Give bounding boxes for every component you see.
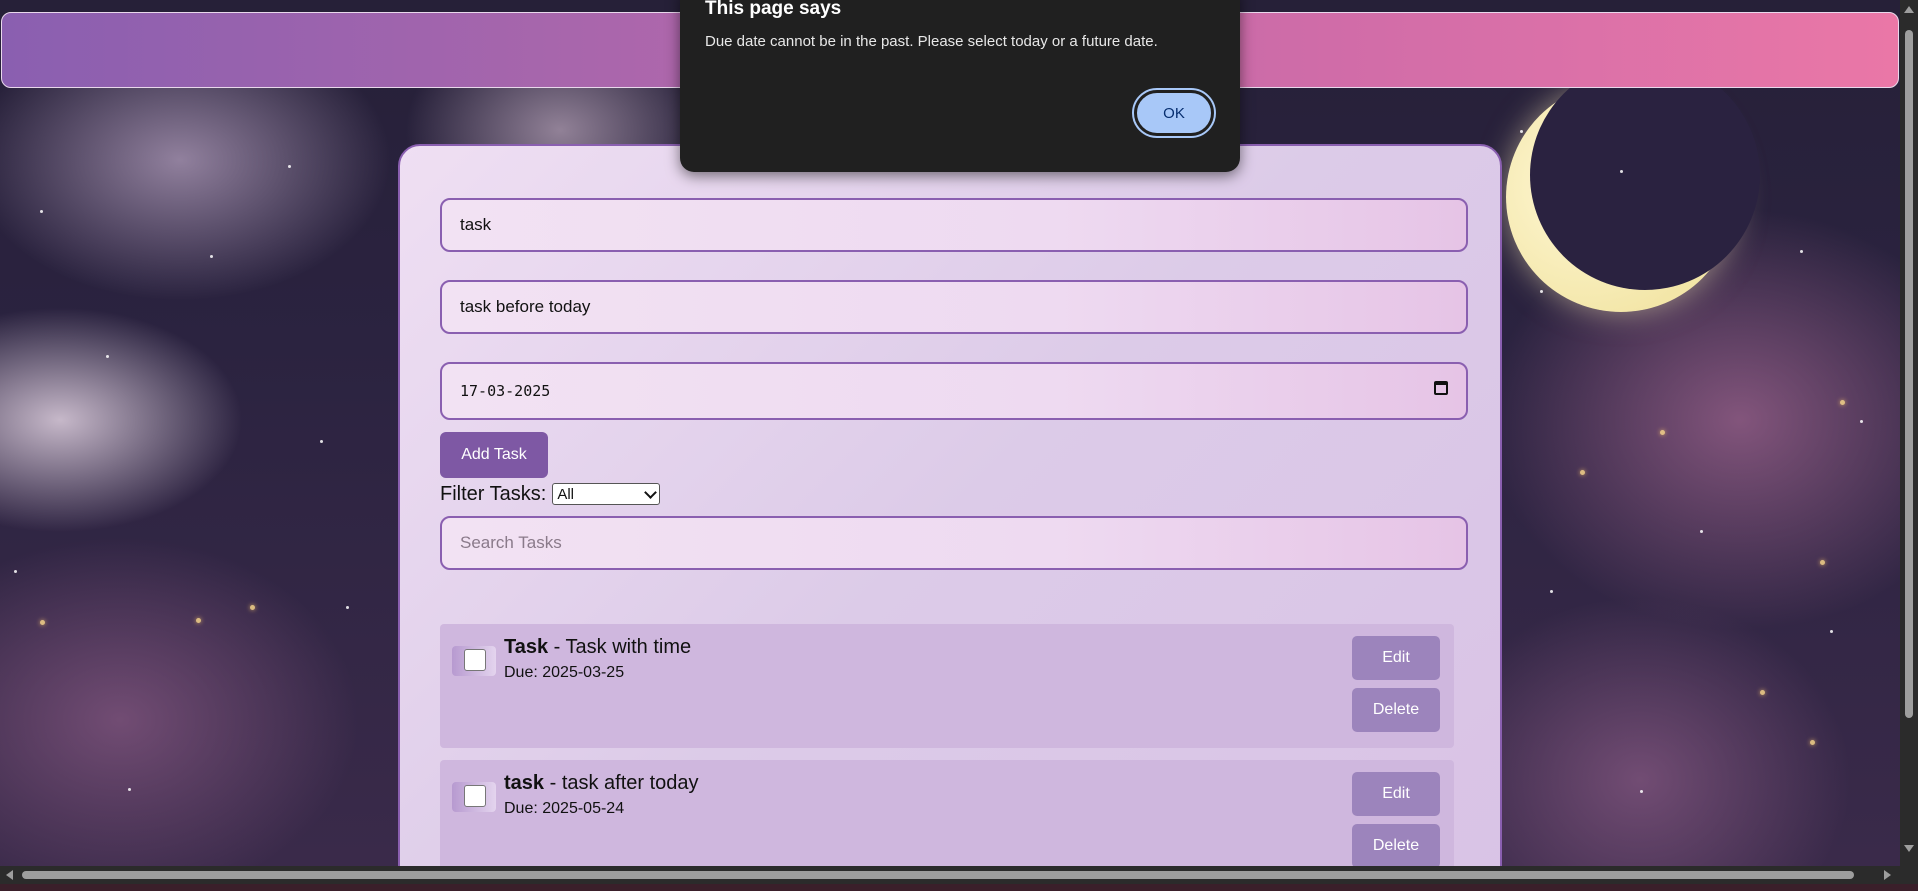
- task-complete-checkbox[interactable]: [464, 649, 486, 671]
- task-due-date: Due: 2025-05-24: [504, 800, 625, 817]
- delete-button[interactable]: Delete: [1352, 824, 1440, 868]
- task-description-value: task before today: [460, 297, 591, 316]
- task-due-date: Due: 2025-03-25: [504, 664, 625, 681]
- taskbar-strip: [0, 884, 1918, 891]
- filter-select[interactable]: All: [552, 483, 661, 505]
- task-separator: -: [548, 636, 566, 658]
- task-title-value: task: [460, 215, 492, 234]
- edit-button[interactable]: Edit: [1352, 636, 1440, 680]
- task-title-input[interactable]: task: [440, 198, 1468, 252]
- search-placeholder: Search Tasks: [460, 533, 562, 552]
- dialog-title: This page says: [705, 0, 842, 19]
- dialog-message: Due date cannot be in the past. Please s…: [705, 33, 1158, 50]
- vertical-scrollbar[interactable]: [1900, 0, 1918, 866]
- task-description: task after today: [561, 772, 699, 794]
- filter-row: Filter Tasks: All: [440, 480, 661, 508]
- task-description-input[interactable]: task before today: [440, 280, 1468, 334]
- task-description: Task with time: [565, 636, 692, 658]
- delete-button[interactable]: Delete: [1352, 688, 1440, 732]
- filter-label: Filter Tasks:: [440, 482, 547, 505]
- task-complete-checkbox[interactable]: [464, 785, 486, 807]
- scroll-left-icon[interactable]: [6, 870, 13, 880]
- task-heading: Task - Task with time: [504, 636, 691, 659]
- ok-button[interactable]: OK: [1132, 88, 1216, 138]
- horizontal-scrollbar[interactable]: [0, 866, 1918, 884]
- calendar-icon[interactable]: [1434, 381, 1448, 395]
- task-item: Task - Task with time Due: 2025-03-25 Ed…: [440, 624, 1454, 748]
- task-name: task: [504, 772, 545, 794]
- horizontal-scroll-thumb[interactable]: [22, 871, 1854, 879]
- edit-button[interactable]: Edit: [1352, 772, 1440, 816]
- vertical-scroll-thumb[interactable]: [1905, 30, 1913, 718]
- add-task-button[interactable]: Add Task: [440, 432, 548, 478]
- task-checkbox-wrapper: [452, 782, 496, 812]
- task-separator: -: [544, 772, 562, 794]
- task-checkbox-wrapper: [452, 646, 496, 676]
- todo-card: task task before today 17-03-2025 Add Ta…: [398, 144, 1502, 891]
- alert-dialog: This page says Due date cannot be in the…: [680, 0, 1240, 172]
- due-date-input[interactable]: 17-03-2025: [440, 362, 1468, 420]
- scroll-down-icon[interactable]: [1904, 845, 1914, 852]
- filter-selected-value: All: [557, 485, 574, 503]
- due-date-value: 17-03-2025: [460, 382, 551, 400]
- search-input[interactable]: Search Tasks: [440, 516, 1468, 570]
- chevron-down-icon: [644, 485, 658, 499]
- scroll-right-icon[interactable]: [1884, 870, 1891, 880]
- task-heading: task - task after today: [504, 772, 699, 795]
- task-name: Task: [504, 636, 549, 658]
- scroll-up-icon[interactable]: [1904, 6, 1914, 13]
